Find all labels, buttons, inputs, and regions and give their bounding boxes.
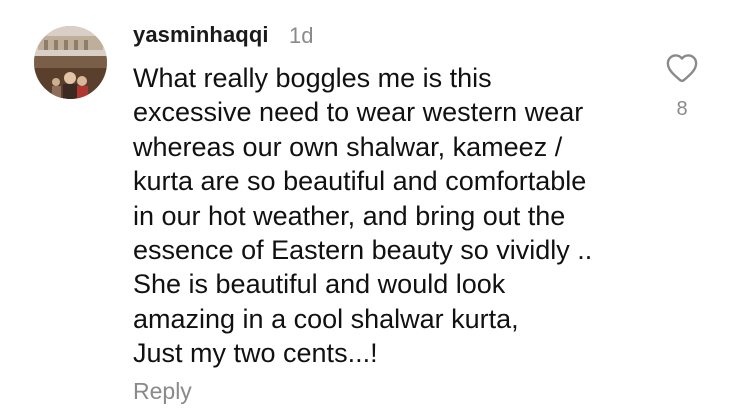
comment: yasminhaqqi 1d What really boggles me is… bbox=[0, 0, 740, 415]
like-count: 8 bbox=[676, 98, 688, 120]
comment-text: What really boggles me is this excessive… bbox=[133, 61, 653, 371]
comment-line: excessive need to wear western wear bbox=[133, 97, 584, 128]
username[interactable]: yasminhaqqi bbox=[133, 22, 269, 48]
like-button[interactable] bbox=[664, 50, 700, 86]
avatar[interactable] bbox=[34, 26, 107, 99]
comment-line: in our hot weather, and bring out the bbox=[133, 200, 566, 231]
comment-line: She is beautiful and would look bbox=[133, 269, 506, 300]
comment-line: whereas our own shalwar, kameez / bbox=[133, 131, 563, 162]
comment-line: Just my two cents...! bbox=[133, 338, 378, 369]
comment-line: amazing in a cool shalwar kurta, bbox=[133, 303, 519, 334]
timestamp: 1d bbox=[289, 23, 314, 48]
reply-button[interactable]: Reply bbox=[133, 378, 192, 405]
comment-line: essence of Eastern beauty so vividly .. bbox=[133, 235, 593, 266]
comment-line: kurta are so beautiful and comfortable bbox=[133, 166, 587, 197]
comment-line: What really boggles me is this bbox=[133, 63, 492, 93]
heart-outline-icon bbox=[666, 54, 698, 83]
avatar-photo bbox=[34, 26, 107, 99]
